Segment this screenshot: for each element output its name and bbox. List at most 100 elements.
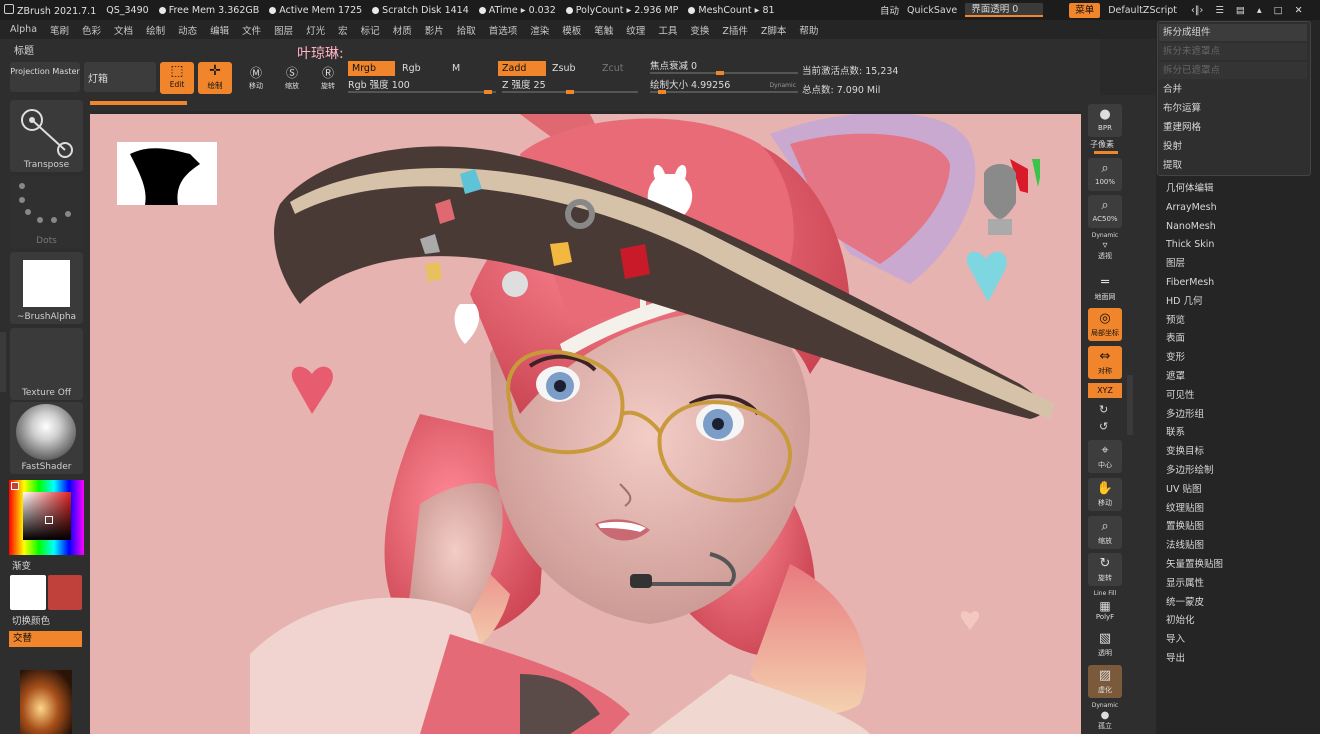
draw-size-slider[interactable]: 绘制大小 4.99256 Dynamic: [650, 79, 798, 94]
m-toggle[interactable]: M: [448, 61, 468, 76]
perspective-button[interactable]: Dynamic ▿ 透视: [1088, 232, 1122, 265]
rotate-axis-y-icon[interactable]: ↻: [1099, 403, 1108, 416]
transpose-button[interactable]: Transpose: [10, 100, 83, 172]
menu-item[interactable]: 影片: [425, 23, 444, 37]
tray-icon[interactable]: ☰: [1215, 5, 1224, 16]
menu-item[interactable]: 灯光: [306, 23, 325, 37]
texture-button[interactable]: Texture Off: [10, 328, 83, 400]
slider-knob[interactable]: [716, 71, 724, 75]
restore-icon[interactable]: □: [1274, 5, 1283, 16]
ac50-button[interactable]: ⌕ AC50%: [1088, 195, 1122, 228]
rotate-axis-z-icon[interactable]: ↺: [1099, 420, 1108, 433]
popup-menu-item[interactable]: 布尔运算: [1159, 100, 1307, 117]
tool-subpalette-item[interactable]: 导出: [1166, 650, 1185, 668]
z-intensity-slider[interactable]: Z 强度 25: [502, 79, 638, 94]
tool-subpalette-item[interactable]: 图层: [1166, 255, 1185, 273]
document-thumbnail[interactable]: [20, 670, 72, 734]
settings-icon[interactable]: ▤: [1236, 5, 1245, 16]
menu-item[interactable]: 绘制: [146, 23, 165, 37]
document-canvas[interactable]: [90, 114, 1081, 734]
menu-item[interactable]: 标记: [361, 23, 380, 37]
tool-subpalette-item[interactable]: 可见性: [1166, 387, 1195, 405]
popup-menu-item[interactable]: 拆分已遮罩点: [1159, 62, 1307, 79]
tool-subpalette-item[interactable]: 导入: [1166, 631, 1185, 649]
rgb-toggle[interactable]: Rgb: [398, 61, 440, 76]
tool-subpalette-item[interactable]: 置换贴图: [1166, 518, 1204, 536]
scale-view-button[interactable]: ⌕ 缩放: [1088, 516, 1122, 549]
symmetry-button[interactable]: ⇔ 对称: [1088, 346, 1122, 379]
default-zscript-button[interactable]: DefaultZScript: [1108, 5, 1177, 16]
tool-subpalette-item[interactable]: 变换目标: [1166, 443, 1204, 461]
layout-icon[interactable]: ‹‖›: [1191, 5, 1203, 16]
tool-subpalette-item[interactable]: Thick Skin: [1166, 236, 1214, 254]
menu-item[interactable]: 笔刷: [50, 23, 69, 37]
popup-menu-item[interactable]: 拆分未遮罩点: [1159, 43, 1307, 60]
bpr-render-button[interactable]: ● BPR: [1088, 104, 1122, 137]
transparency-button[interactable]: ▧ 透明: [1088, 628, 1122, 661]
slider-knob[interactable]: [484, 90, 492, 94]
solo-button[interactable]: Dynamic ● 孤立: [1088, 702, 1122, 734]
popup-menu-item[interactable]: 合并: [1159, 81, 1307, 98]
tool-subpalette-item[interactable]: NanoMesh: [1166, 218, 1216, 236]
menu-item[interactable]: 帮助: [799, 23, 818, 37]
menu-item[interactable]: 笔触: [594, 23, 613, 37]
navigation-cube[interactable]: [980, 141, 1044, 239]
tool-subpalette-item[interactable]: 法线贴图: [1166, 537, 1204, 555]
menu-item[interactable]: 首选项: [489, 23, 518, 37]
floor-grid-button[interactable]: ═ 地面网: [1088, 272, 1122, 305]
popup-menu-item[interactable]: 投射: [1159, 138, 1307, 155]
tool-subpalette-item[interactable]: 遮罩: [1166, 368, 1185, 386]
color-cursor[interactable]: [45, 516, 53, 524]
zcut-toggle[interactable]: Zcut: [598, 61, 638, 76]
lightbox-button[interactable]: 灯箱: [84, 62, 156, 92]
zoom-100-button[interactable]: ⌕ 100%: [1088, 158, 1122, 191]
edit-mode-button[interactable]: ⬚ Edit: [160, 62, 194, 94]
menu-item[interactable]: 动态: [178, 23, 197, 37]
frame-center-button[interactable]: ⌖ 中心: [1088, 440, 1122, 473]
tool-subpalette-item[interactable]: UV 贴图: [1166, 481, 1201, 499]
auto-button[interactable]: 自动: [880, 3, 899, 17]
right-tray-handle[interactable]: [1127, 375, 1133, 435]
subpixel-label[interactable]: 子像素: [1090, 139, 1114, 150]
menu-item[interactable]: Z脚本: [761, 23, 787, 37]
scale-mode-button[interactable]: Ⓢ 缩放: [276, 64, 308, 94]
menu-item[interactable]: 编辑: [210, 23, 229, 37]
tool-subpalette-item[interactable]: 预览: [1166, 312, 1185, 330]
menu-item[interactable]: 模板: [562, 23, 581, 37]
tool-subpalette-item[interactable]: 变形: [1166, 349, 1185, 367]
tool-subpalette-item[interactable]: 矢量置换贴图: [1166, 556, 1223, 574]
main-color-swatch[interactable]: [10, 575, 46, 610]
menu-item[interactable]: 材质: [393, 23, 412, 37]
polyframe-button[interactable]: Line Fill ▦ PolyF: [1088, 590, 1122, 623]
rotate-view-button[interactable]: ↻ 旋转: [1088, 553, 1122, 586]
interface-transparency-slider[interactable]: 界面透明 0: [965, 3, 1044, 17]
left-tray-handle[interactable]: [0, 332, 6, 392]
color-picker[interactable]: [9, 480, 84, 555]
mrgb-toggle[interactable]: Mrgb: [348, 61, 395, 76]
secondary-color-swatch[interactable]: [48, 575, 82, 610]
popup-menu-item[interactable]: 重建网格: [1159, 119, 1307, 136]
menu-item[interactable]: 图层: [274, 23, 293, 37]
move-view-button[interactable]: ✋ 移动: [1088, 478, 1122, 511]
tool-subpalette-item[interactable]: 联系: [1166, 424, 1185, 442]
tool-subpalette-item[interactable]: ArrayMesh: [1166, 199, 1217, 217]
menu-item[interactable]: 变换: [690, 23, 709, 37]
material-button[interactable]: FastShader: [10, 402, 83, 474]
focal-shift-slider[interactable]: 焦点衰减 0: [650, 60, 798, 75]
menu-item[interactable]: 色彩: [82, 23, 101, 37]
tool-subpalette-item[interactable]: 统一蒙皮: [1166, 594, 1204, 612]
tool-subpalette-item[interactable]: HD 几何: [1166, 293, 1202, 311]
close-icon[interactable]: ✕: [1295, 5, 1303, 16]
tool-subpalette-item[interactable]: 显示属性: [1166, 575, 1204, 593]
menu-item[interactable]: 渲染: [530, 23, 549, 37]
tool-subpalette-item[interactable]: 多边形组: [1166, 406, 1204, 424]
local-transform-button[interactable]: ◎ 局部坐标: [1088, 308, 1122, 341]
menu-item[interactable]: 文件: [242, 23, 261, 37]
zsub-toggle[interactable]: Zsub: [548, 61, 594, 76]
zadd-toggle[interactable]: Zadd: [498, 61, 546, 76]
quicksave-button[interactable]: QuickSave: [907, 5, 957, 16]
tool-subpalette-item[interactable]: 纹理贴图: [1166, 500, 1204, 518]
menu-item[interactable]: 拾取: [457, 23, 476, 37]
switch-color-button[interactable]: 切换颜色: [12, 613, 50, 627]
dynamic-label[interactable]: Dynamic: [770, 79, 796, 93]
